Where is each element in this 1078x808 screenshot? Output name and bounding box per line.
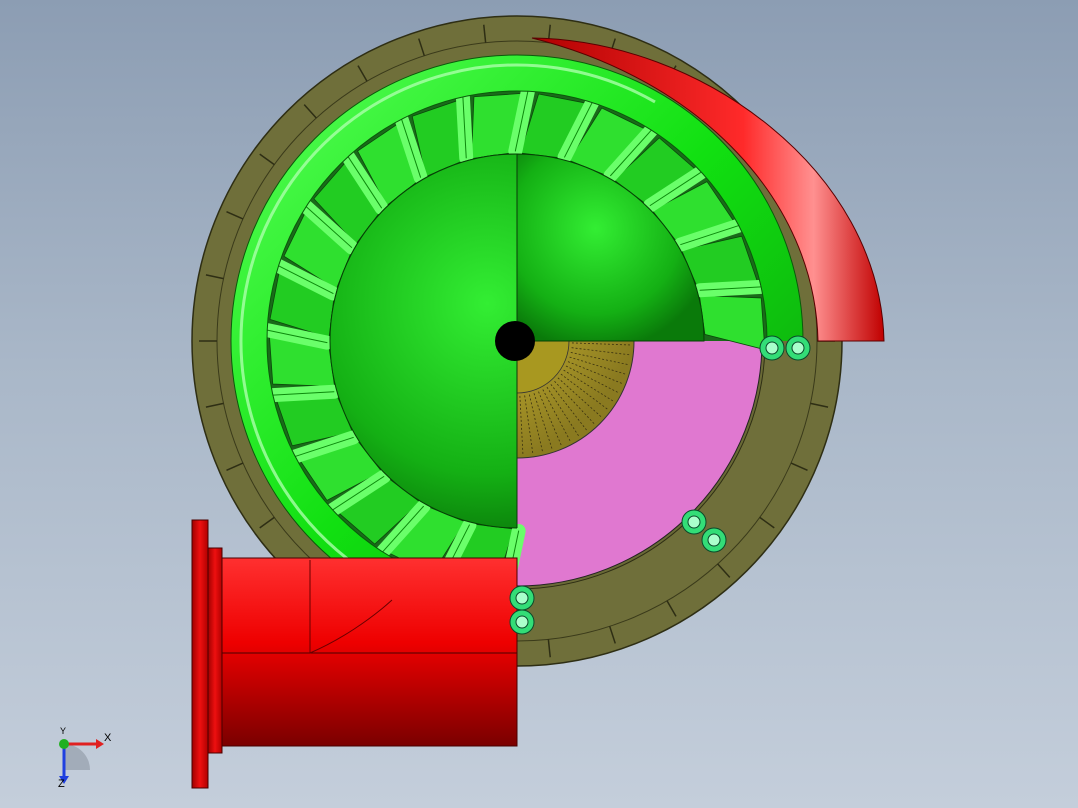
bolt-fitting xyxy=(509,609,535,635)
x-axis-label: X xyxy=(104,732,112,744)
model-canvas[interactable] xyxy=(0,0,1078,808)
bolt-fitting xyxy=(785,335,811,361)
bolt-fitting xyxy=(509,585,535,611)
y-axis-label: Y xyxy=(60,726,67,736)
z-axis-label: Z xyxy=(58,778,65,790)
inlet-pipe[interactable] xyxy=(191,519,518,789)
axis-triad-icon xyxy=(59,739,104,784)
bolt-fitting xyxy=(701,527,727,553)
bolt-fitting xyxy=(759,335,785,361)
axis-triad: X Y Z xyxy=(40,722,130,792)
bolt-fitting xyxy=(681,509,707,535)
3d-viewport[interactable]: X Y Z xyxy=(0,0,1078,808)
